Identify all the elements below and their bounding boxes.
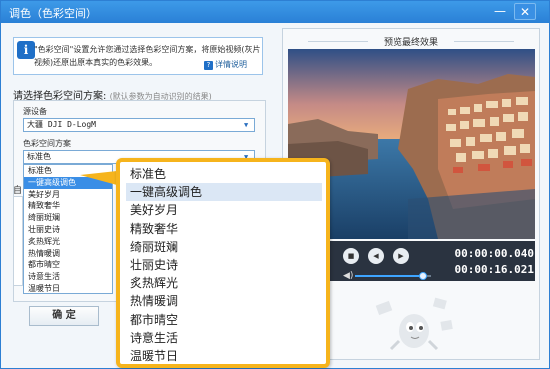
mascot-illustration bbox=[369, 291, 459, 361]
zoomed-option[interactable]: 美好岁月 bbox=[126, 201, 322, 219]
chevron-down-icon: ▼ bbox=[244, 121, 249, 129]
dropdown-option[interactable]: 温暖节日 bbox=[24, 283, 112, 295]
hidden-option-box bbox=[13, 196, 23, 286]
minimize-button[interactable]: — bbox=[489, 3, 511, 20]
title-bar: 调色（色彩空间） — ✕ bbox=[1, 1, 549, 23]
previous-icon[interactable]: ◀ bbox=[368, 248, 384, 264]
dropdown-option[interactable]: 炙热辉光 bbox=[24, 236, 112, 248]
detail-link-label: 详情说明 bbox=[215, 60, 247, 69]
zoomed-option[interactable]: 热情暖调 bbox=[126, 292, 322, 310]
source-device-select[interactable]: 大疆 DJI D-LogM ▼ bbox=[23, 118, 255, 132]
dropdown-option[interactable]: 绮丽斑斓 bbox=[24, 212, 112, 224]
volume-fill bbox=[355, 275, 424, 277]
color-scheme-label: 色彩空间方案 bbox=[23, 139, 71, 148]
color-scheme-value: 标准色 bbox=[27, 152, 51, 161]
zoomed-option[interactable]: 绮丽斑斓 bbox=[126, 238, 322, 256]
zoomed-option[interactable]: 炙热辉光 bbox=[126, 274, 322, 292]
zoomed-option[interactable]: 诗意生活 bbox=[126, 329, 322, 347]
speaker-icon[interactable]: ◀) bbox=[343, 271, 353, 281]
ok-button[interactable]: 确 定 bbox=[29, 306, 99, 326]
info-icon: i bbox=[17, 41, 35, 59]
zoomed-option[interactable]: 都市晴空 bbox=[126, 311, 322, 329]
preview-title: 预览最终效果 bbox=[283, 35, 539, 48]
total-time: 00:00:16.021 bbox=[454, 263, 534, 276]
zoomed-option[interactable]: 温暖节日 bbox=[126, 347, 322, 365]
dropdown-option[interactable]: 壮丽史诗 bbox=[24, 224, 112, 236]
dropdown-option[interactable]: 热情暖调 bbox=[24, 248, 112, 260]
source-device-label: 源设备 bbox=[23, 107, 47, 116]
callout-pointer bbox=[80, 171, 117, 185]
current-time: 00:00:00.040 bbox=[454, 247, 534, 260]
zoomed-option[interactable]: 精致奢华 bbox=[126, 220, 322, 238]
zoomed-option[interactable]: 一键高级调色 bbox=[126, 183, 322, 202]
auto-label: 自 bbox=[13, 186, 23, 196]
dropdown-option[interactable]: 都市晴空 bbox=[24, 259, 112, 271]
next-icon[interactable]: ▶ bbox=[393, 248, 409, 264]
info-box: i "色彩空间"设置允许您通过选择色彩空间方案，将原始视频(灰片视频)还原出原本… bbox=[13, 37, 263, 75]
window-title: 调色（色彩空间） bbox=[9, 7, 97, 20]
question-icon: ? bbox=[204, 61, 213, 70]
zoomed-option[interactable]: 壮丽史诗 bbox=[126, 256, 322, 274]
dropdown-option[interactable]: 精致奢华 bbox=[24, 200, 112, 212]
dropdown-option[interactable]: 诗意生活 bbox=[24, 271, 112, 283]
detail-link[interactable]: ? 详情说明 bbox=[204, 59, 247, 70]
dropdown-option[interactable]: 美好岁月 bbox=[24, 189, 112, 201]
zoomed-dropdown-callout: 标准色 一键高级调色 美好岁月 精致奢华 绮丽斑斓 壮丽史诗 炙热辉光 热情暖调 都市晴空 诗意生… bbox=[116, 158, 330, 368]
source-device-value: 大疆 DJI D-LogM bbox=[27, 120, 96, 129]
stop-icon[interactable]: ■ bbox=[343, 248, 359, 264]
volume-knob[interactable] bbox=[419, 272, 428, 280]
close-button[interactable]: ✕ bbox=[514, 3, 536, 20]
zoomed-option[interactable]: 标准色 bbox=[126, 165, 322, 183]
